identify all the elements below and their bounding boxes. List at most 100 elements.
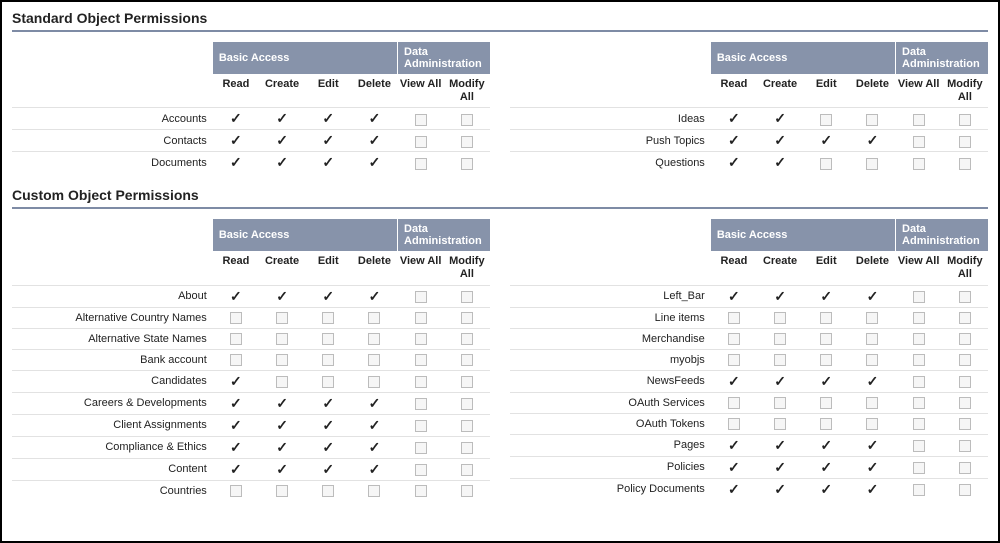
permission-cell[interactable] bbox=[942, 285, 988, 307]
permission-cell[interactable] bbox=[942, 307, 988, 328]
permission-cell[interactable]: ✓ bbox=[849, 370, 895, 392]
permission-cell[interactable] bbox=[711, 413, 757, 434]
permission-cell[interactable] bbox=[942, 456, 988, 478]
permission-cell[interactable] bbox=[757, 392, 803, 413]
permission-cell[interactable] bbox=[213, 328, 259, 349]
permission-cell[interactable]: ✓ bbox=[711, 456, 757, 478]
permission-cell[interactable] bbox=[351, 480, 397, 501]
permission-cell[interactable] bbox=[398, 458, 444, 480]
permission-cell[interactable] bbox=[351, 370, 397, 392]
permission-cell[interactable]: ✓ bbox=[803, 434, 849, 456]
permission-cell[interactable]: ✓ bbox=[305, 458, 351, 480]
permission-cell[interactable]: ✓ bbox=[259, 392, 305, 414]
permission-cell[interactable] bbox=[444, 152, 490, 174]
permission-cell[interactable]: ✓ bbox=[259, 414, 305, 436]
permission-cell[interactable] bbox=[849, 108, 895, 130]
permission-cell[interactable]: ✓ bbox=[213, 152, 259, 174]
permission-cell[interactable]: ✓ bbox=[259, 285, 305, 307]
permission-cell[interactable]: ✓ bbox=[213, 108, 259, 130]
permission-cell[interactable]: ✓ bbox=[213, 285, 259, 307]
permission-cell[interactable]: ✓ bbox=[259, 130, 305, 152]
permission-cell[interactable]: ✓ bbox=[711, 434, 757, 456]
permission-cell[interactable]: ✓ bbox=[803, 478, 849, 500]
permission-cell[interactable] bbox=[444, 436, 490, 458]
permission-cell[interactable] bbox=[942, 108, 988, 130]
permission-cell[interactable]: ✓ bbox=[849, 130, 895, 152]
permission-cell[interactable] bbox=[803, 349, 849, 370]
permission-cell[interactable] bbox=[757, 307, 803, 328]
permission-cell[interactable]: ✓ bbox=[213, 414, 259, 436]
permission-cell[interactable] bbox=[305, 480, 351, 501]
permission-cell[interactable] bbox=[896, 152, 942, 174]
permission-cell[interactable]: ✓ bbox=[757, 456, 803, 478]
permission-cell[interactable]: ✓ bbox=[711, 370, 757, 392]
permission-cell[interactable] bbox=[896, 413, 942, 434]
permission-cell[interactable] bbox=[398, 152, 444, 174]
permission-cell[interactable]: ✓ bbox=[351, 458, 397, 480]
permission-cell[interactable]: ✓ bbox=[259, 436, 305, 458]
permission-cell[interactable]: ✓ bbox=[849, 456, 895, 478]
permission-cell[interactable] bbox=[896, 108, 942, 130]
permission-cell[interactable] bbox=[305, 349, 351, 370]
permission-cell[interactable]: ✓ bbox=[213, 392, 259, 414]
permission-cell[interactable] bbox=[711, 328, 757, 349]
permission-cell[interactable] bbox=[849, 349, 895, 370]
permission-cell[interactable] bbox=[896, 328, 942, 349]
permission-cell[interactable] bbox=[896, 285, 942, 307]
permission-cell[interactable] bbox=[444, 328, 490, 349]
permission-cell[interactable] bbox=[849, 152, 895, 174]
permission-cell[interactable] bbox=[942, 392, 988, 413]
permission-cell[interactable] bbox=[896, 434, 942, 456]
permission-cell[interactable]: ✓ bbox=[213, 458, 259, 480]
permission-cell[interactable] bbox=[305, 370, 351, 392]
permission-cell[interactable]: ✓ bbox=[213, 130, 259, 152]
permission-cell[interactable] bbox=[942, 370, 988, 392]
permission-cell[interactable] bbox=[213, 307, 259, 328]
permission-cell[interactable] bbox=[444, 108, 490, 130]
permission-cell[interactable]: ✓ bbox=[351, 392, 397, 414]
permission-cell[interactable]: ✓ bbox=[351, 436, 397, 458]
permission-cell[interactable]: ✓ bbox=[849, 285, 895, 307]
permission-cell[interactable] bbox=[942, 478, 988, 500]
permission-cell[interactable] bbox=[398, 349, 444, 370]
permission-cell[interactable] bbox=[444, 414, 490, 436]
permission-cell[interactable] bbox=[711, 307, 757, 328]
permission-cell[interactable]: ✓ bbox=[213, 370, 259, 392]
permission-cell[interactable] bbox=[305, 328, 351, 349]
permission-cell[interactable]: ✓ bbox=[259, 152, 305, 174]
permission-cell[interactable]: ✓ bbox=[305, 392, 351, 414]
permission-cell[interactable] bbox=[398, 285, 444, 307]
permission-cell[interactable] bbox=[757, 413, 803, 434]
permission-cell[interactable] bbox=[896, 349, 942, 370]
permission-cell[interactable]: ✓ bbox=[849, 478, 895, 500]
permission-cell[interactable]: ✓ bbox=[711, 285, 757, 307]
permission-cell[interactable]: ✓ bbox=[351, 130, 397, 152]
permission-cell[interactable]: ✓ bbox=[305, 285, 351, 307]
permission-cell[interactable] bbox=[711, 349, 757, 370]
permission-cell[interactable]: ✓ bbox=[259, 458, 305, 480]
permission-cell[interactable] bbox=[398, 328, 444, 349]
permission-cell[interactable] bbox=[896, 478, 942, 500]
permission-cell[interactable] bbox=[259, 349, 305, 370]
permission-cell[interactable] bbox=[351, 328, 397, 349]
permission-cell[interactable]: ✓ bbox=[711, 130, 757, 152]
permission-cell[interactable] bbox=[849, 307, 895, 328]
permission-cell[interactable] bbox=[942, 434, 988, 456]
permission-cell[interactable]: ✓ bbox=[305, 414, 351, 436]
permission-cell[interactable]: ✓ bbox=[351, 285, 397, 307]
permission-cell[interactable]: ✓ bbox=[803, 370, 849, 392]
permission-cell[interactable]: ✓ bbox=[351, 414, 397, 436]
permission-cell[interactable]: ✓ bbox=[803, 456, 849, 478]
permission-cell[interactable] bbox=[444, 130, 490, 152]
permission-cell[interactable]: ✓ bbox=[351, 108, 397, 130]
permission-cell[interactable]: ✓ bbox=[803, 285, 849, 307]
permission-cell[interactable] bbox=[351, 349, 397, 370]
permission-cell[interactable]: ✓ bbox=[305, 436, 351, 458]
permission-cell[interactable] bbox=[444, 370, 490, 392]
permission-cell[interactable] bbox=[942, 152, 988, 174]
permission-cell[interactable]: ✓ bbox=[711, 152, 757, 174]
permission-cell[interactable]: ✓ bbox=[803, 130, 849, 152]
permission-cell[interactable] bbox=[444, 285, 490, 307]
permission-cell[interactable] bbox=[803, 328, 849, 349]
permission-cell[interactable] bbox=[896, 307, 942, 328]
